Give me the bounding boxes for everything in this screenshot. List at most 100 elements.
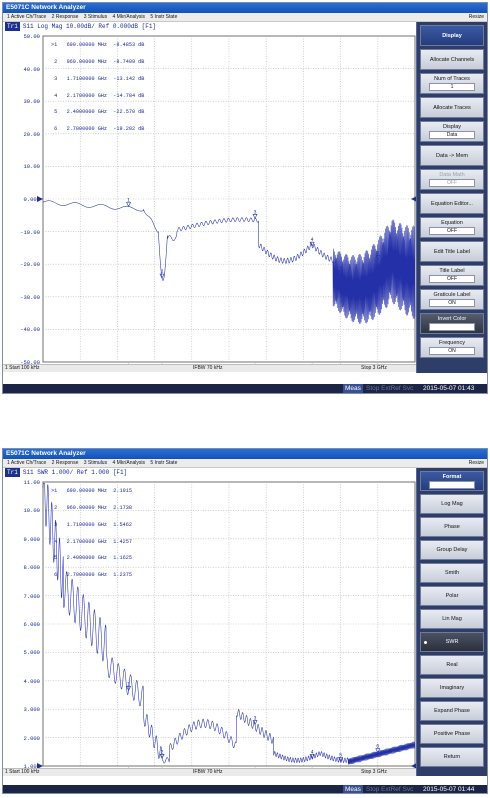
softkey-label: Frequency: [439, 340, 465, 346]
marker-number: 2: [161, 749, 164, 755]
marker-number: 2: [161, 269, 164, 275]
softkey-swr[interactable]: SWR: [420, 632, 484, 652]
softkey-data-math[interactable]: Data Math OFF: [420, 169, 484, 190]
marker-row: 6 2.7000000 GHz 1.2375: [51, 572, 132, 579]
softkey-panel: Format SWR Log Mag Phase Group Delay Smith Pol…: [416, 468, 487, 776]
softkey-value: ON: [429, 323, 475, 331]
softkey-label: Edit Title Label: [433, 248, 471, 255]
instrument-status-bar: Meas Stop ExtRef Svc 2015-05-07 01:44: [3, 785, 487, 793]
marker-row: 3 1.7100000 GHz -13.142 dB: [51, 75, 145, 82]
softkey-label: Display: [442, 32, 462, 39]
marker-row: 4 2.1700000 GHz 1.4257: [51, 538, 132, 545]
softkey-label: Positive Phase: [433, 731, 471, 737]
menu-stimulus[interactable]: 3 Stimulus: [84, 14, 107, 20]
softkey-group-delay[interactable]: Group Delay: [420, 540, 484, 560]
marker-row: >1 690.00000 MHz 2.1915: [51, 488, 132, 495]
softkey-panel: Display Allocate Channels Num of Traces 1 Al…: [416, 22, 487, 373]
start-frequency[interactable]: 1 Start 100 kHz: [5, 365, 39, 372]
softkey-graticule-label[interactable]: Graticule Label ON: [420, 289, 484, 310]
marker-number: 1: [127, 197, 130, 203]
softkey-invert-color[interactable]: Invert Color ON: [420, 313, 484, 334]
menu-bar: 1 Active Ch/Trace 2 Response 3 Stimulus …: [3, 13, 487, 22]
softkey-label: Expand Phase: [434, 708, 470, 714]
softkey-smith[interactable]: Smith: [420, 563, 484, 583]
marker-row: 2 960.00000 MHz -8.7409 dB: [51, 58, 145, 65]
softkey-label: Graticule Label: [433, 292, 471, 298]
softkey-allocate-traces[interactable]: Allocate Traces: [420, 97, 484, 118]
softkey-lin-mag[interactable]: Lin Mag: [420, 609, 484, 629]
resize-button[interactable]: Resize: [469, 13, 484, 21]
marker-table: >1 690.00000 MHz 2.1915 2 960.00000 MHz …: [51, 478, 132, 590]
softkey-label: Allocate Channels: [429, 56, 475, 63]
status-bar: 1 Start 100 kHz IFBW 70 kHz Stop 3 GHz: [3, 364, 418, 372]
menu-instr-state[interactable]: 5 Instr State: [150, 460, 177, 466]
marker-number: 4: [311, 237, 314, 243]
marker-row: 2 960.00000 MHz 2.1738: [51, 504, 132, 511]
menu-active-ch[interactable]: 1 Active Ch/Trace: [7, 460, 46, 466]
analyzer-window-log-mag: E5071C Network Analyzer 1 Active Ch/Trac…: [2, 2, 488, 394]
softkey-log-mag[interactable]: Log Mag: [420, 494, 484, 514]
start-frequency[interactable]: 1 Start 100 kHz: [5, 769, 39, 776]
plot-area: Tr1 S11 Log Mag 10.00dB/ Ref 0.000dB [F1]…: [3, 22, 418, 366]
softkey-num-of-traces[interactable]: Num of Traces 1: [420, 73, 484, 94]
marker-number: 5: [339, 266, 342, 272]
softkey-equation-editor[interactable]: Equation Editor...: [420, 193, 484, 214]
marker-number: 4: [311, 749, 314, 755]
ifbw-label[interactable]: IFBW 70 kHz: [193, 769, 222, 776]
softkey-label: Phase: [444, 524, 460, 530]
softkey-label: SWR: [445, 639, 459, 645]
menu-response[interactable]: 2 Response: [52, 460, 79, 466]
marker-row: 6 2.7000000 GHz -19.202 dB: [51, 126, 145, 133]
softkey-label: Display: [442, 124, 462, 130]
softkey-imaginary[interactable]: Imaginary: [420, 678, 484, 698]
softkey-frequency[interactable]: Frequency ON: [420, 337, 484, 358]
softkey-value: OFF: [429, 227, 475, 235]
stop-frequency[interactable]: Stop 3 GHz: [361, 769, 387, 776]
marker-number: 6: [376, 250, 379, 256]
softkey-value: SWR: [429, 481, 475, 489]
marker-number: 5: [339, 752, 342, 758]
softkey-title-label[interactable]: Title Label OFF: [420, 265, 484, 286]
softkey-value: OFF: [429, 179, 475, 187]
softkey-label: Equation: [441, 220, 463, 226]
window-title: E5071C Network Analyzer: [3, 3, 487, 13]
menu-instr-state[interactable]: 5 Instr State: [150, 14, 177, 20]
softkey-positive-phase[interactable]: Positive Phase: [420, 724, 484, 744]
softkey-value: ON: [429, 299, 475, 307]
menu-active-ch[interactable]: 1 Active Ch/Trace: [7, 14, 46, 20]
softkey-display[interactable]: Display Data: [420, 121, 484, 142]
softkey-allocate-channels[interactable]: Allocate Channels: [420, 49, 484, 70]
marker-row: 3 1.7100000 GHz 1.5462: [51, 521, 132, 528]
softkey-equation[interactable]: Equation OFF: [420, 217, 484, 238]
window-title: E5071C Network Analyzer: [3, 449, 487, 459]
softkey-value: ON: [429, 347, 475, 355]
meas-indicator: Meas: [343, 384, 363, 393]
ifbw-label[interactable]: IFBW 70 kHz: [193, 365, 222, 372]
menu-mkr-analysis[interactable]: 4 Mkr/Analysis: [112, 460, 145, 466]
state-indicators: Stop ExtRef Svc: [366, 385, 414, 392]
stop-frequency[interactable]: Stop 3 GHz: [361, 365, 387, 372]
softkey-expand-phase[interactable]: Expand Phase: [420, 701, 484, 721]
softkey-edit-title-label[interactable]: Edit Title Label: [420, 241, 484, 262]
softkey-real[interactable]: Real: [420, 655, 484, 675]
menu-mkr-analysis[interactable]: 4 Mkr/Analysis: [112, 14, 145, 20]
menu-response[interactable]: 2 Response: [52, 14, 79, 20]
softkey-phase[interactable]: Phase: [420, 517, 484, 537]
clock: 2015-05-07 01:43: [423, 385, 475, 392]
instrument-status-bar: Meas Stop ExtRef Svc 2015-05-07 01:43: [3, 384, 487, 393]
softkey-label: Data Math: [439, 172, 465, 178]
softkey-label: Real: [446, 662, 458, 668]
softkey-format: Format SWR: [420, 471, 484, 491]
softkey-label: Format: [442, 474, 462, 480]
softkey-polar[interactable]: Polar: [420, 586, 484, 606]
softkey-return[interactable]: Return: [420, 747, 484, 767]
resize-button[interactable]: Resize: [469, 459, 484, 467]
selected-indicator-icon: [424, 640, 427, 644]
softkey-label: Invert Color: [437, 316, 467, 322]
softkey-value: 1: [429, 83, 475, 91]
status-bar: 1 Start 100 kHz IFBW 70 kHz Stop 3 GHz: [3, 768, 418, 776]
softkey-label: Imaginary: [439, 685, 465, 691]
menu-stimulus[interactable]: 3 Stimulus: [84, 460, 107, 466]
softkey-data-mem[interactable]: Data -> Mem: [420, 145, 484, 166]
marker-number: 1: [127, 681, 130, 687]
